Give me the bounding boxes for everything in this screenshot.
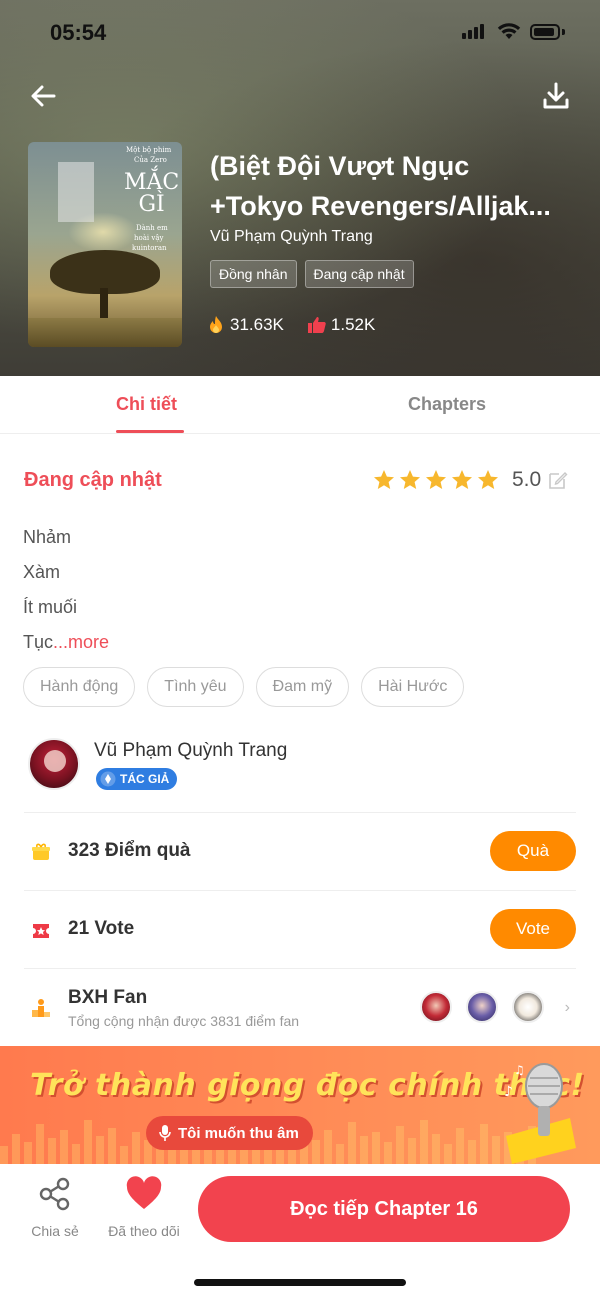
story-status: Đang cập nhật [24,469,162,491]
cover-title: MẮC GÌ [124,170,180,217]
likes-stat: 1.52K [306,314,375,336]
vote-button[interactable]: Vote [490,909,576,949]
vote-count: 21 Vote [68,918,135,939]
gift-icon [32,843,50,860]
follow-label: Đã theo dõi [108,1223,180,1239]
battery-tip [562,29,565,35]
description-line: Tục...more [23,632,110,652]
download-button[interactable] [538,78,574,114]
svg-text:♪: ♪ [504,1084,513,1100]
chevron-right-icon: › [564,999,570,1016]
fan-ranking-title: BXH Fan [68,987,148,1008]
tab-chapters[interactable]: Chapters [408,394,486,415]
ticket-icon [33,924,49,938]
cover-text: Của Zero [134,156,167,164]
star-icon [374,470,394,489]
description-line: Nhảm [23,527,72,547]
podium-icon [32,999,50,1017]
record-button[interactable]: Tôi muốn thu âm [146,1116,313,1150]
views-stat: 31.63K [205,314,284,336]
top-fans [420,991,544,1023]
author-name[interactable]: Vũ Phạm Quỳnh Trang [94,740,287,762]
home-indicator [194,1279,406,1286]
share-button[interactable]: Chia sẻ [28,1176,82,1239]
story-cover[interactable]: Một bộ phim Của Zero MẮC GÌ Dành em hoài… [28,142,182,347]
battery-icon [530,24,560,40]
genre-chip[interactable]: Hài Hước [361,667,465,707]
author-badge: TÁC GIẢ [96,768,178,790]
download-icon [543,82,569,109]
genre-chip[interactable]: Tình yêu [147,667,244,707]
rating-value: 5.0 [512,468,542,491]
voice-recruit-banner[interactable]: Trở thành giọng đọc chính thức! Tôi muốn… [0,1046,600,1164]
heart-icon [126,1176,162,1209]
author-row[interactable]: Vũ Phạm Quỳnh Trang TÁC GIẢ [28,738,576,812]
wifi-icon [497,22,521,45]
story-header: 05:54 Một bộ phim Của Zero MẮC GÌ Dành e… [0,0,600,376]
fan-ranking-row[interactable]: BXH Fan Tổng cộng nhận được 3831 điểm fa… [24,968,576,1046]
star-icon [478,470,498,489]
star-icon [426,470,446,489]
cover-text: Dành em [136,224,168,232]
continue-reading-button[interactable]: Đọc tiếp Chapter 16 [198,1176,570,1242]
more-link[interactable]: ...more [53,632,109,652]
description-line: Xàm [23,562,61,582]
thumbs-up-icon [307,317,326,333]
status-time: 05:54 [50,20,107,45]
edit-rating-icon[interactable] [547,469,569,491]
microphone-icon: ♪ ♫ [504,1063,576,1164]
fire-icon [210,316,222,333]
gift-button[interactable]: Quà [490,831,576,871]
description-line: Ít muối [23,597,78,617]
share-label: Chia sẻ [31,1223,79,1239]
fan-avatar[interactable] [512,991,544,1023]
author-avatar[interactable] [28,738,80,790]
cover-text: Một bộ phim [126,146,172,154]
rating: 5.0 [372,468,569,492]
status-bar: 05:54 [0,0,600,66]
back-button[interactable] [26,78,62,114]
genre-chip[interactable]: Đam mỹ [255,667,350,707]
microphone-icon [159,1125,171,1141]
bottom-action-bar: Chia sẻ Đã theo dõi Đọc tiếp Chapter 16 [0,1164,600,1299]
detail-tabs: Chi tiết Chapters [0,376,600,434]
share-icon [39,1177,70,1211]
fan-avatar[interactable] [466,991,498,1023]
signal-icon [462,24,486,44]
tab-detail[interactable]: Chi tiết [116,394,177,415]
story-description: Nhảm Xàm Ít muối Tục...more [23,520,109,660]
pen-nib-icon [100,771,116,787]
fan-points-text: Tổng cộng nhận được 3831 điểm fan [68,1013,300,1029]
arrow-left-icon [31,85,56,107]
svg-text:♫: ♫ [514,1063,525,1077]
vote-row: 21 Vote Vote [24,890,576,968]
gift-points: 323 Điểm quà [68,840,191,861]
cover-text: hoài vậy [134,234,164,242]
star-icon [400,470,420,489]
star-icon [452,470,472,489]
gift-row: 323 Điểm quà Quà [24,812,576,890]
genre-list: Hành động Tình yêu Đam mỹ Hài Hước [23,667,465,707]
story-author[interactable]: Vũ Phạm Quỳnh Trang [210,228,373,246]
tag-chip: Đang cập nhật [304,260,414,288]
story-stats: 31.63K 1.52K [205,314,397,336]
tag-chip: Đồng nhân [210,260,297,288]
active-tab-indicator [116,430,184,433]
story-title: (Biệt Đội Vượt Ngục +Tokyo Revengers/All… [210,151,551,221]
follow-button[interactable]: Đã theo dõi [104,1176,184,1239]
cover-text: kuintoran [132,244,167,252]
fan-avatar[interactable] [420,991,452,1023]
story-tags: Đồng nhân Đang cập nhật [210,260,414,288]
genre-chip[interactable]: Hành động [23,667,136,707]
